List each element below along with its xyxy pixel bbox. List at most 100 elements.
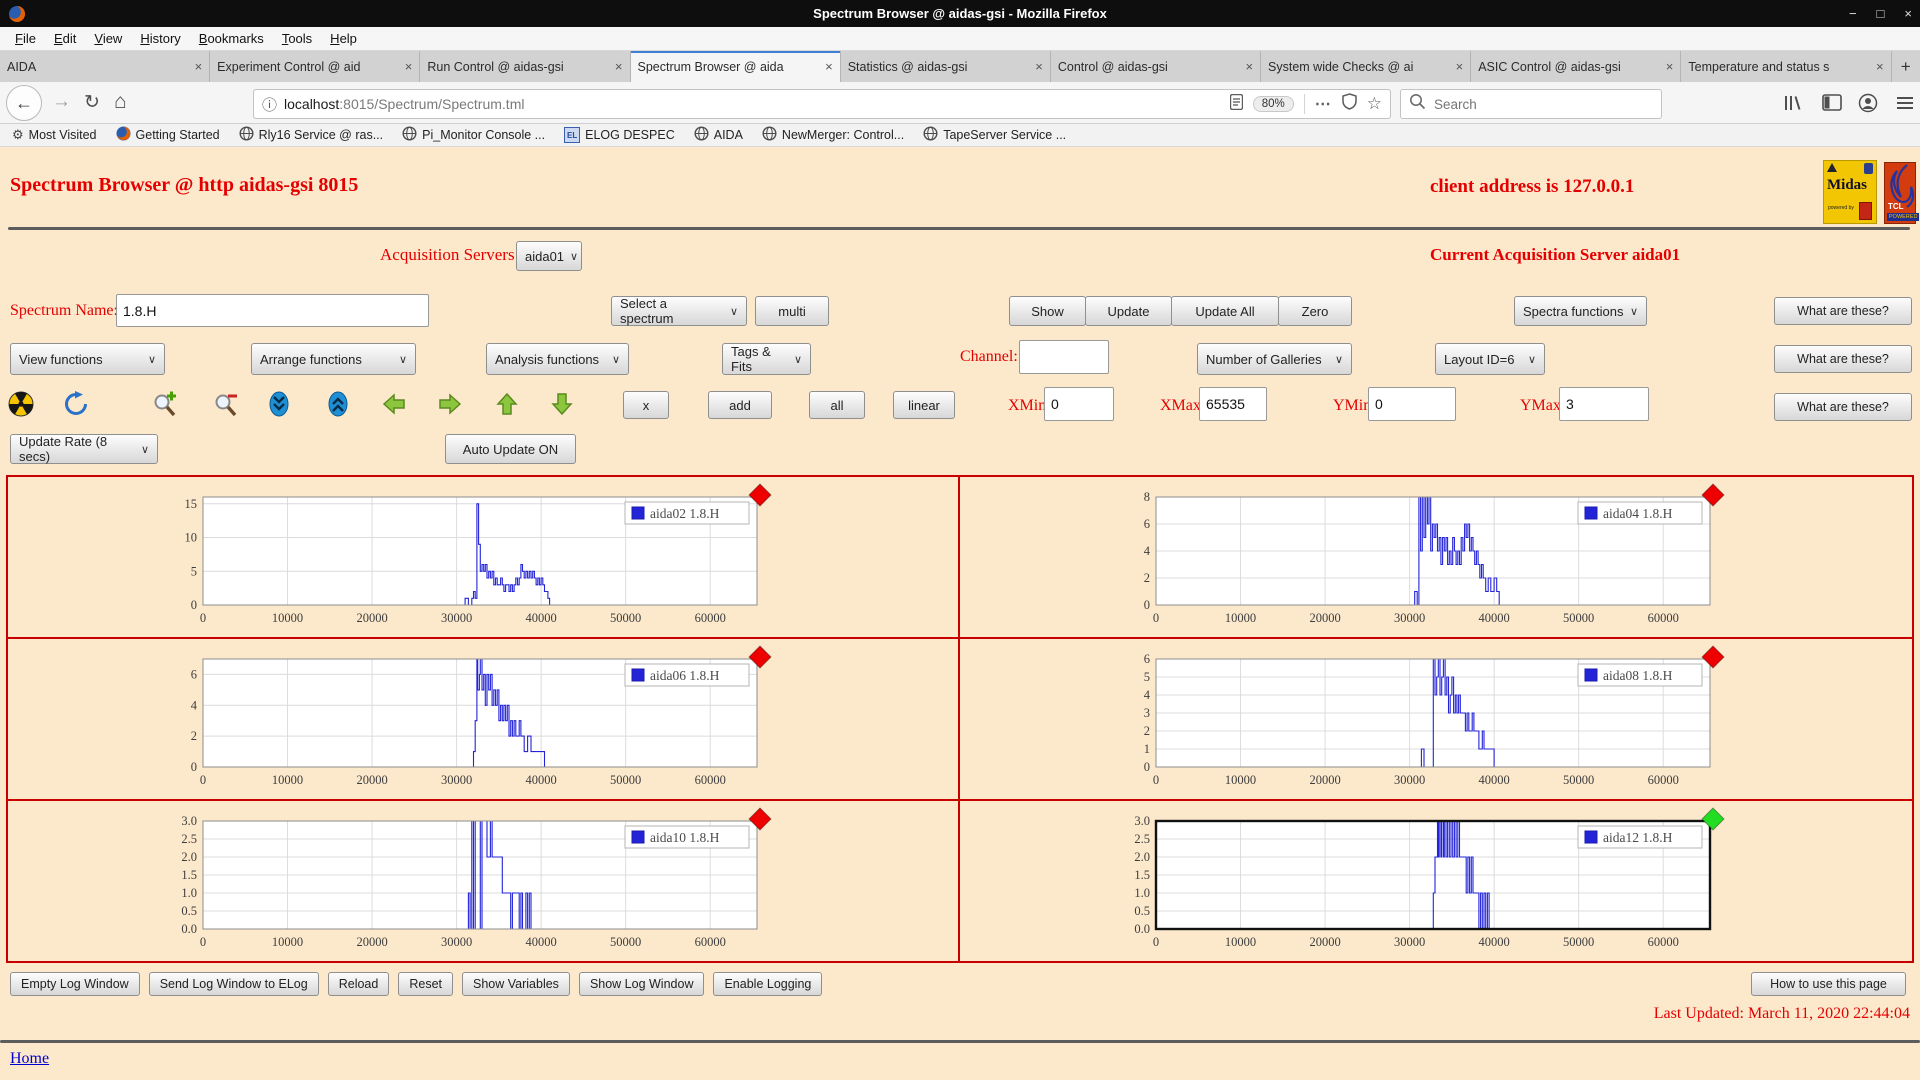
spectrum-chart[interactable]: 024680100002000030000400005000060000aida… [1116,481,1756,633]
tab-close-icon[interactable]: × [405,59,413,74]
search-input[interactable] [1432,96,1636,113]
tab-asic-control-aidas-gsi[interactable]: ASIC Control @ aidas-gsi× [1471,51,1681,82]
update-rate-dropdown[interactable]: Update Rate (8 secs)∨ [10,434,158,464]
send-log-window-to-elog-button[interactable]: Send Log Window to ELog [149,972,319,996]
tab-close-icon[interactable]: × [195,59,203,74]
update-all-button[interactable]: Update All [1171,296,1279,326]
empty-log-window-button[interactable]: Empty Log Window [10,972,140,996]
spectrum-chart[interactable]: 0.00.51.01.52.02.53.00100002000030000400… [1116,805,1756,957]
linear-button[interactable]: linear [893,391,955,419]
gallery-cell-aida04-1-8-h[interactable]: 024680100002000030000400005000060000aida… [960,477,1912,639]
show-variables-button[interactable]: Show Variables [462,972,570,996]
bookmark-most-visited[interactable]: ⚙Most Visited [12,127,97,143]
what-are-these-button-1[interactable]: What are these? [1774,297,1912,325]
menu-bookmarks[interactable]: Bookmarks [190,31,273,46]
arrow-down-icon[interactable] [549,391,575,422]
gallery-cell-aida10-1-8-h[interactable]: 0.00.51.01.52.02.53.00100002000030000400… [8,801,960,961]
select-spectrum-dropdown[interactable]: Select a spectrum∨ [611,296,747,326]
zoom-in-icon[interactable] [152,391,178,422]
refresh-icon[interactable] [63,391,89,422]
arrow-up-icon[interactable] [494,391,520,422]
library-icon[interactable] [1782,93,1804,118]
gallery-cell-aida06-1-8-h[interactable]: 02460100002000030000400005000060000aida0… [8,639,960,801]
forward-button[interactable]: → [52,91,71,113]
home-button[interactable]: ⌂ [114,90,127,114]
x-axis-button[interactable]: x [623,391,669,419]
menu-history[interactable]: History [131,31,189,46]
spectrum-chart[interactable]: 02460100002000030000400005000060000aida0… [163,643,803,795]
what-are-these-button-2[interactable]: What are these? [1774,345,1912,373]
what-are-these-button-3[interactable]: What are these? [1774,393,1912,421]
bookmark-rly16-service-ras[interactable]: Rly16 Service @ ras... [239,126,384,144]
how-to-button[interactable]: How to use this page [1751,972,1906,996]
spectrum-name-input[interactable] [116,294,429,327]
xmin-input[interactable] [1044,387,1114,421]
number-of-galleries-dropdown[interactable]: Number of Galleries∨ [1197,343,1352,375]
tab-close-icon[interactable]: × [1035,59,1043,74]
zoom-level-badge[interactable]: 80% [1253,96,1294,112]
menu-view[interactable]: View [85,31,131,46]
channel-input[interactable] [1019,340,1109,374]
home-link[interactable]: Home [10,1050,49,1068]
info-icon[interactable]: ⓘ [262,94,277,115]
url-bar[interactable]: ⓘ localhost:8015/Spectrum/Spectrum.tml 8… [253,89,1391,119]
sidebar-icon[interactable] [1822,94,1842,117]
tab-close-icon[interactable]: × [1666,59,1674,74]
gallery-cell-aida02-1-8-h[interactable]: 0510150100002000030000400005000060000aid… [8,477,960,639]
spectrum-chart[interactable]: 01234560100002000030000400005000060000ai… [1116,643,1756,795]
bookmark-elog-despec[interactable]: ELELOG DESPEC [564,127,675,143]
tab-experiment-control-aid[interactable]: Experiment Control @ aid× [210,51,420,82]
multi-button[interactable]: multi [755,296,829,326]
arrange-functions-dropdown[interactable]: Arrange functions∨ [251,343,416,375]
bookmark-newmerger-control[interactable]: NewMerger: Control... [762,126,904,144]
spectrum-chart[interactable]: 0510150100002000030000400005000060000aid… [163,481,803,633]
tab-close-icon[interactable]: × [1876,59,1884,74]
tab-spectrum-browser-aida[interactable]: Spectrum Browser @ aida× [631,51,841,82]
tracking-shield-icon[interactable] [1342,93,1357,115]
bookmark-star-icon[interactable]: ☆ [1367,94,1382,114]
auto-update-button[interactable]: Auto Update ON [445,434,576,464]
all-button[interactable]: all [809,391,865,419]
gallery-cell-aida12-1-8-h[interactable]: 0.00.51.01.52.02.53.00100002000030000400… [960,801,1912,961]
tab-close-icon[interactable]: × [1456,59,1464,74]
reader-mode-icon[interactable] [1230,94,1243,115]
tab-system-wide-checks-ai[interactable]: System wide Checks @ ai× [1261,51,1471,82]
bookmark-pi-monitor-console[interactable]: Pi_Monitor Console ... [402,126,545,144]
analysis-functions-dropdown[interactable]: Analysis functions∨ [486,343,629,375]
spectra-functions-dropdown[interactable]: Spectra functions∨ [1514,296,1647,326]
new-tab-button[interactable]: + [1892,51,1920,82]
tab-temperature-and-status-s[interactable]: Temperature and status s× [1681,51,1891,82]
bookmark-aida[interactable]: AIDA [694,126,743,144]
spectrum-chart[interactable]: 0.00.51.01.52.02.53.00100002000030000400… [163,805,803,957]
radiation-icon[interactable] [8,391,34,422]
window-close-button[interactable]: × [1904,6,1912,21]
back-button[interactable]: ← [6,85,42,121]
zoom-out-icon[interactable] [213,391,239,422]
tab-statistics-aidas-gsi[interactable]: Statistics @ aidas-gsi× [841,51,1051,82]
tab-close-icon[interactable]: × [615,59,623,74]
zero-button[interactable]: Zero [1278,296,1352,326]
tab-control-aidas-gsi[interactable]: Control @ aidas-gsi× [1051,51,1261,82]
update-button[interactable]: Update [1085,296,1172,326]
arrow-right-icon[interactable] [437,391,463,422]
hamburger-menu-icon[interactable] [1896,96,1914,115]
acquisition-server-select[interactable]: aida01∨ [516,241,582,271]
page-actions-icon[interactable]: ⋯ [1315,94,1332,114]
arrow-left-icon[interactable] [381,391,407,422]
expand-vertical-icon[interactable] [325,391,351,422]
enable-logging-button[interactable]: Enable Logging [713,972,822,996]
layout-id-dropdown[interactable]: Layout ID=6∨ [1435,343,1545,375]
compress-vertical-icon[interactable] [266,391,292,422]
tab-close-icon[interactable]: × [1245,59,1253,74]
tab-run-control-aidas-gsi[interactable]: Run Control @ aidas-gsi× [420,51,630,82]
account-icon[interactable] [1858,93,1878,118]
tab-aida[interactable]: AIDA× [0,51,210,82]
menu-help[interactable]: Help [321,31,366,46]
window-minimize-button[interactable]: − [1849,6,1857,21]
reload-button[interactable]: Reload [328,972,390,996]
search-box[interactable] [1400,89,1662,119]
menu-edit[interactable]: Edit [45,31,85,46]
bookmark-getting-started[interactable]: Getting Started [116,126,220,144]
add-button[interactable]: add [708,391,772,419]
gallery-cell-aida08-1-8-h[interactable]: 01234560100002000030000400005000060000ai… [960,639,1912,801]
